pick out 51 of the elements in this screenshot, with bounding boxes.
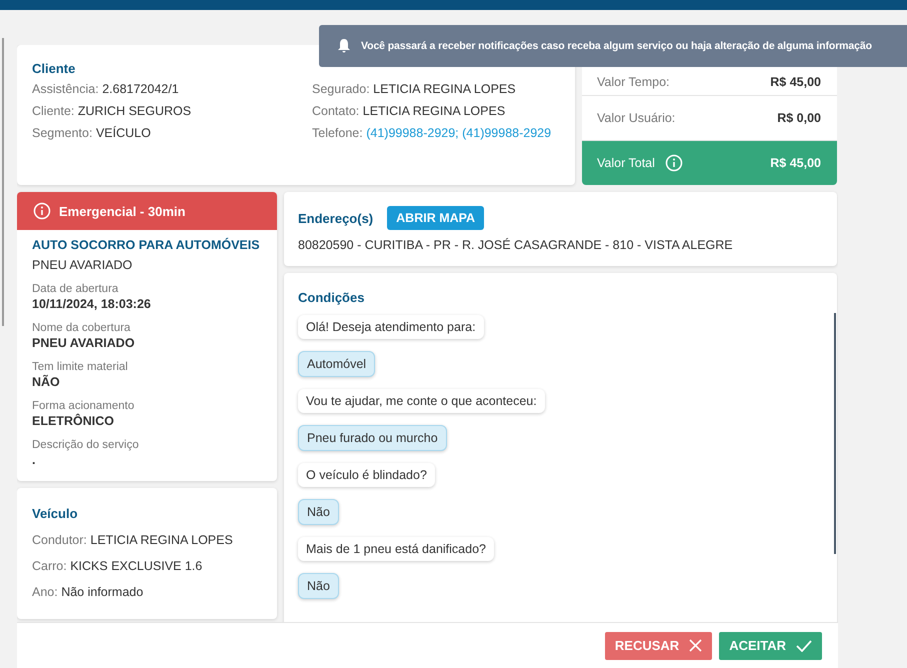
client-field: Segurado: LETICIA REGINA LOPES <box>312 82 552 96</box>
vehicle-field: Ano: Não informado <box>32 585 262 599</box>
question-bubble: Vou te ajudar, me conte o que aconteceu: <box>298 389 545 413</box>
detail-value: ELETRÔNICO <box>32 414 115 428</box>
card-title: Endereço(s) <box>298 210 374 226</box>
address-text: 80820590 - CURITIBA - PR - R. JOSÉ CASAGRANDE - 810 - VISTA ALEGRE <box>298 238 734 252</box>
vehicle-field: Condutor: LETICIA REGINA LOPES <box>32 533 262 547</box>
detail-value: PNEU AVARIADO <box>32 336 136 350</box>
toast-text: Você passará a receber notificações caso receba algum serviço ou haja alteração de alguma informação <box>361 40 872 52</box>
client-field: Contato: LETICIA REGINA LOPES <box>312 104 552 118</box>
urgency-text: Emergencial - 30min <box>59 204 186 218</box>
value-label: Valor Usuário: <box>597 111 676 125</box>
detail-value: NÃO <box>32 375 61 389</box>
detail-label: Tem limite material <box>32 361 129 373</box>
accept-button[interactable]: ACEITAR <box>719 632 822 660</box>
value-amount: R$ 45,00 <box>770 156 821 170</box>
value-amount: R$ 0,00 <box>777 111 821 125</box>
card-title: Cliente <box>32 61 76 76</box>
answer-bubble: Não <box>298 573 339 599</box>
service-subtitle: PNEU AVARIADO <box>32 258 134 272</box>
value-amount: R$ 45,00 <box>770 75 821 89</box>
detail-label: Forma acionamento <box>32 400 136 412</box>
detail-value: 10/11/2024, 18:03:26 <box>32 297 152 311</box>
info-icon <box>664 154 683 172</box>
alert-icon <box>33 202 51 220</box>
detail-label: Data de abertura <box>32 283 120 295</box>
question-bubble: Mais de 1 pneu está danificado? <box>298 537 494 561</box>
client-field: Cliente: ZURICH SEGUROS <box>32 104 302 118</box>
bell-icon <box>337 38 351 54</box>
answer-bubble: Não <box>298 499 339 525</box>
check-icon <box>796 640 812 652</box>
answer-bubble: Pneu furado ou murcho <box>298 425 447 451</box>
service-title: AUTO SOCORRO PARA AUTOMÓVEIS <box>32 238 261 252</box>
open-map-button[interactable]: ABRIR MAPA <box>387 206 484 230</box>
client-field: Segmento: VEÍCULO <box>32 126 302 140</box>
value-label: Valor Total <box>597 156 655 170</box>
client-field: Telefone: (41)99988-2929; (41)99988-2929 <box>312 126 552 140</box>
question-bubble: O veículo é blindado? <box>298 463 435 487</box>
value-label: Valor Tempo: <box>597 75 670 89</box>
detail-label: Descrição do serviço <box>32 439 140 451</box>
close-icon <box>689 639 702 652</box>
answer-bubble: Automóvel <box>298 351 376 377</box>
reject-button[interactable]: RECUSAR <box>604 632 712 660</box>
card-title: Condições <box>298 290 366 305</box>
client-field: Assistência: 2.68172042/1 <box>32 82 302 96</box>
scrollbar[interactable] <box>834 313 836 554</box>
card-title: Veículo <box>32 506 79 521</box>
question-bubble: Olá! Deseja atendimento para: <box>298 315 484 339</box>
detail-value: . <box>32 453 36 467</box>
vehicle-field: Carro: KICKS EXCLUSIVE 1.6 <box>32 559 262 573</box>
detail-label: Nome da cobertura <box>32 322 132 334</box>
